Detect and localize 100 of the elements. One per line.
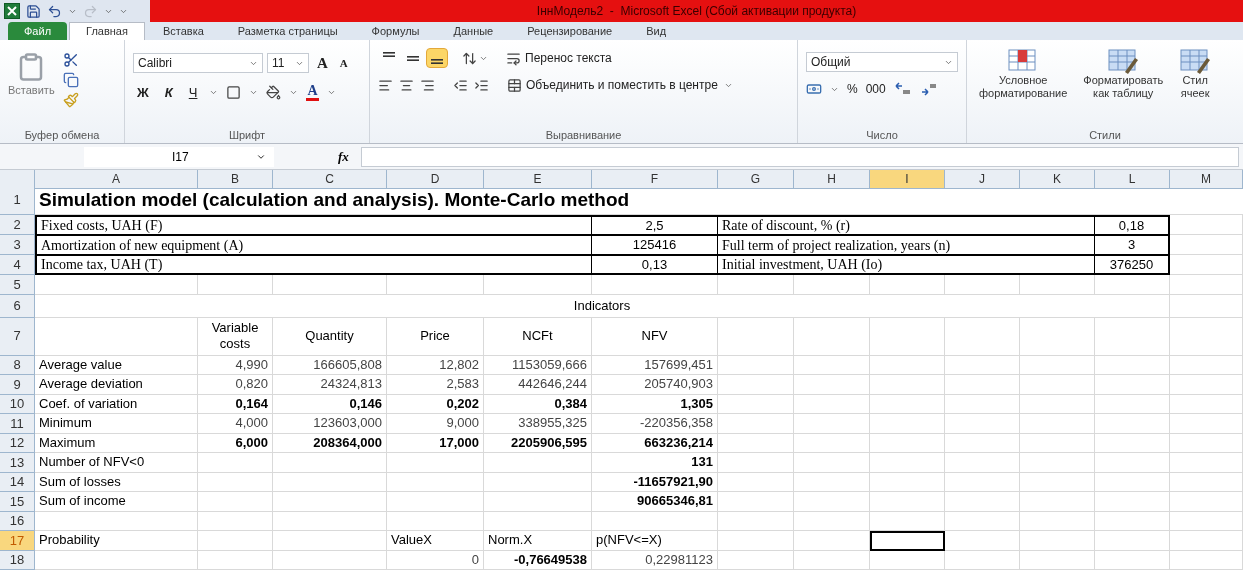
column-header[interactable]: J bbox=[945, 170, 1020, 189]
table-cell: 157699,451 bbox=[592, 355, 718, 375]
shrink-font-button[interactable]: A bbox=[335, 55, 352, 72]
table-cell: 2,583 bbox=[387, 375, 484, 395]
table-format-icon bbox=[1107, 48, 1140, 74]
formula-input[interactable] bbox=[360, 146, 1239, 167]
name-box[interactable]: I17 bbox=[84, 146, 274, 167]
text-orientation-icon[interactable] bbox=[462, 50, 477, 66]
column-header[interactable]: B bbox=[198, 170, 273, 189]
align-center-icon[interactable] bbox=[399, 77, 414, 93]
style-gallery-button[interactable]: Форматировать как таблицу bbox=[1083, 48, 1164, 100]
number-format-field[interactable]: Общий bbox=[806, 52, 958, 72]
thousands-button[interactable]: 000 bbox=[865, 80, 886, 98]
column-header[interactable]: D bbox=[387, 170, 484, 189]
group-label: Стили bbox=[1089, 127, 1121, 143]
ribbon-tab[interactable]: Главная bbox=[69, 22, 145, 40]
table-cell: -11657921,90 bbox=[592, 472, 718, 492]
wrap-text-button[interactable]: Перенос текста bbox=[506, 49, 612, 67]
row-label: Coef. of variation bbox=[35, 394, 198, 414]
grow-font-button[interactable]: A bbox=[313, 52, 332, 75]
decrease-decimal-icon[interactable] bbox=[919, 82, 938, 96]
align-icon bbox=[431, 59, 443, 64]
row-label: Probability bbox=[35, 531, 198, 551]
row-header[interactable]: 4 bbox=[0, 255, 35, 275]
column-header[interactable]: G bbox=[718, 170, 794, 189]
border-icon[interactable] bbox=[226, 84, 242, 100]
bold-button[interactable]: Ж bbox=[133, 82, 153, 102]
column-header[interactable]: I bbox=[870, 170, 945, 189]
selected-cell[interactable] bbox=[870, 531, 945, 551]
vertical-align-button[interactable] bbox=[426, 48, 448, 68]
column-header[interactable]: C bbox=[273, 170, 387, 189]
row-header[interactable]: 5 bbox=[0, 275, 35, 295]
italic-button[interactable]: К bbox=[160, 82, 177, 102]
parameter-value: 376250 bbox=[1095, 255, 1170, 275]
table-cell: 338955,325 bbox=[484, 414, 592, 434]
row-header[interactable]: 15 bbox=[0, 492, 35, 512]
column-header[interactable]: L bbox=[1095, 170, 1170, 189]
row-label: Number of NFV<0 bbox=[35, 453, 198, 473]
percent-button[interactable]: % bbox=[847, 80, 858, 98]
table-cell: 0,820 bbox=[198, 375, 273, 395]
table-cell: 9,000 bbox=[387, 414, 484, 434]
indent-increase-icon[interactable] bbox=[474, 77, 489, 93]
column-header[interactable]: E bbox=[484, 170, 592, 189]
font-name-field[interactable]: Calibri bbox=[133, 53, 263, 74]
scissors-icon[interactable] bbox=[62, 52, 79, 68]
row-header[interactable]: 13 bbox=[0, 453, 35, 473]
parameter-value: 3 bbox=[1095, 235, 1170, 255]
font-size-field[interactable]: 11 bbox=[267, 53, 309, 74]
row-header[interactable]: 6 bbox=[0, 294, 35, 318]
save-icon[interactable] bbox=[26, 3, 41, 19]
table-cell: 166605,808 bbox=[273, 355, 387, 375]
row-header[interactable]: 7 bbox=[0, 317, 35, 356]
table-cell: 131 bbox=[592, 453, 718, 473]
merge-icon bbox=[507, 77, 522, 93]
column-header[interactable]: A bbox=[35, 170, 198, 189]
ribbon-tab[interactable]: Рецензирование bbox=[511, 22, 629, 40]
undo-icon[interactable] bbox=[47, 3, 62, 19]
row-header[interactable]: 9 bbox=[0, 375, 35, 395]
column-header[interactable]: M bbox=[1170, 170, 1243, 189]
row-header[interactable]: 2 bbox=[0, 215, 35, 235]
parameter-label: Income tax, UAH (T) bbox=[35, 255, 592, 275]
row-label: Minimum bbox=[35, 414, 198, 434]
style-gallery-button[interactable]: Условное форматирование bbox=[979, 48, 1068, 100]
style-gallery-button[interactable]: Стил ячеек bbox=[1179, 48, 1212, 100]
table-cell: 0,22981123 bbox=[592, 550, 718, 570]
sheet-title: Simulation model (calculation and analysis). Monte-Carlo method bbox=[35, 186, 1243, 215]
column-header[interactable]: F bbox=[592, 170, 718, 189]
ribbon-tab[interactable]: Вид bbox=[630, 22, 683, 40]
table-cell: p(NFV<=X) bbox=[592, 531, 718, 551]
column-heading: NCFt bbox=[484, 317, 592, 356]
fill-color-icon[interactable] bbox=[266, 84, 282, 100]
paste-button[interactable]: Вставить bbox=[8, 52, 55, 99]
increase-decimal-icon[interactable] bbox=[893, 82, 912, 96]
ribbon-tab[interactable]: Данные bbox=[437, 22, 510, 40]
copy-icon[interactable] bbox=[62, 72, 79, 88]
column-header[interactable]: K bbox=[1020, 170, 1095, 189]
ribbon-tab[interactable]: Вставка bbox=[146, 22, 220, 40]
row-header[interactable]: 1 bbox=[0, 186, 35, 215]
currency-icon[interactable] bbox=[806, 81, 822, 97]
underline-button[interactable]: Ч bbox=[184, 82, 202, 102]
row-header[interactable]: 3 bbox=[0, 235, 35, 255]
ribbon-tab[interactable]: Файл bbox=[8, 22, 68, 40]
indent-decrease-icon[interactable] bbox=[453, 77, 468, 93]
cell-style-icon bbox=[1179, 48, 1212, 74]
ribbon-tab[interactable]: Формулы bbox=[355, 22, 436, 40]
align-right-icon[interactable] bbox=[420, 77, 435, 93]
spreadsheet-logo-icon bbox=[4, 3, 20, 19]
column-header[interactable]: H bbox=[794, 170, 870, 189]
merge-center-button[interactable]: Объединить и поместить в центре bbox=[507, 76, 718, 94]
table-cell: 205740,903 bbox=[592, 375, 718, 395]
table-cell: 12,802 bbox=[387, 355, 484, 375]
font-color-button[interactable]: A bbox=[306, 83, 319, 101]
parameter-label: Initial investment, UAH (Io) bbox=[718, 255, 1095, 275]
row-header[interactable]: 11 bbox=[0, 414, 35, 434]
ribbon-tab[interactable]: Разметка страницы bbox=[221, 22, 354, 40]
section-heading: Indicators bbox=[35, 294, 1170, 318]
row-label: Sum of income bbox=[35, 492, 198, 512]
align-left-icon[interactable] bbox=[378, 77, 393, 93]
table-cell: 0,384 bbox=[484, 394, 592, 414]
table-cell: 208364,000 bbox=[273, 433, 387, 453]
